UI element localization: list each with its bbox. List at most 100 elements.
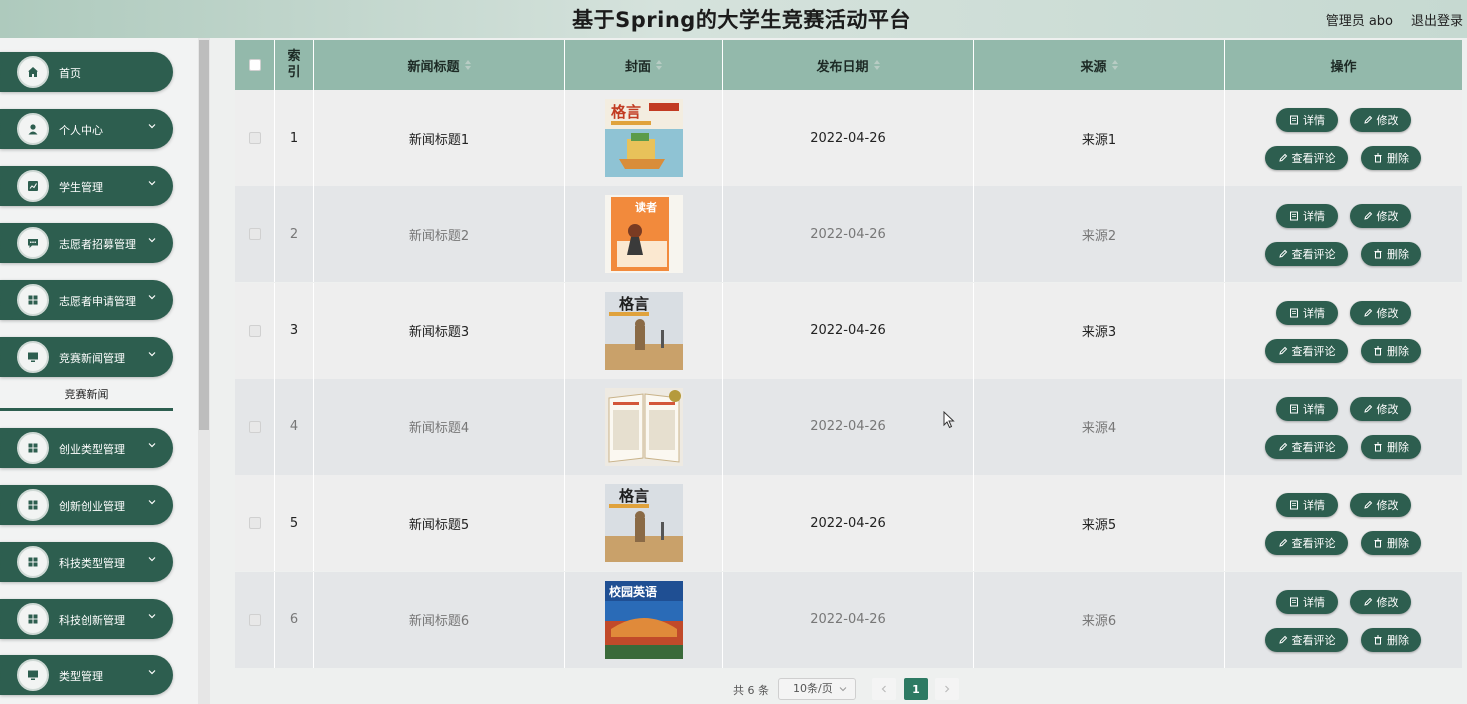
document-icon xyxy=(1289,211,1299,221)
edit-icon xyxy=(1278,635,1288,645)
row-select-cell[interactable] xyxy=(235,282,275,379)
cover-image[interactable]: 格言 xyxy=(604,291,683,370)
header-index: 索引 xyxy=(275,40,314,90)
cover-image[interactable]: 格言 xyxy=(604,484,683,563)
sidebar-item-label: 志愿者申请管理 xyxy=(59,295,136,308)
row-select-cell[interactable] xyxy=(235,90,275,186)
detail-button[interactable]: 详情 xyxy=(1276,396,1338,421)
detail-button[interactable]: 详情 xyxy=(1276,589,1338,614)
page-size-select[interactable]: 10条/页 xyxy=(778,678,856,700)
header-source[interactable]: 来源 xyxy=(974,40,1225,90)
row-index: 3 xyxy=(275,282,314,379)
table-row[interactable]: 4 新闻标题4 2022-04-26 来源4 详情 修改 查看评论 删除 xyxy=(235,378,1462,475)
trash-icon xyxy=(1373,346,1383,356)
edit-button[interactable]: 修改 xyxy=(1350,493,1411,518)
row-checkbox[interactable] xyxy=(248,228,261,241)
table-row[interactable]: 6 新闻标题6 校园英语 2022-04-26 来源6 详情 修改 查看评论 删… xyxy=(235,571,1462,668)
cover-image[interactable]: 校园英语 xyxy=(604,580,683,659)
row-source: 来源4 xyxy=(974,378,1225,475)
delete-button-label: 删除 xyxy=(1387,152,1409,165)
header-select-all[interactable] xyxy=(235,40,275,90)
detail-button[interactable]: 详情 xyxy=(1276,108,1338,132)
edit-button[interactable]: 修改 xyxy=(1350,589,1411,614)
cover-image[interactable]: 读者 xyxy=(604,195,683,274)
edit-icon xyxy=(1278,346,1288,356)
monitor-icon xyxy=(17,341,49,373)
sidebar-item-home[interactable]: 首页 xyxy=(0,52,173,92)
detail-button[interactable]: 详情 xyxy=(1276,493,1338,518)
delete-button[interactable]: 删除 xyxy=(1361,627,1421,652)
row-select-cell[interactable] xyxy=(235,378,275,475)
svg-text:格言: 格言 xyxy=(619,487,649,505)
select-all-checkbox[interactable] xyxy=(248,59,261,71)
document-icon xyxy=(1289,404,1299,414)
sidebar-item-types[interactable]: 类型管理 xyxy=(0,655,173,695)
view-comments-button[interactable]: 查看评论 xyxy=(1265,531,1348,556)
edit-button-label: 修改 xyxy=(1376,402,1399,416)
view-comments-button[interactable]: 查看评论 xyxy=(1265,434,1348,459)
detail-button[interactable]: 详情 xyxy=(1276,204,1338,229)
edit-button[interactable]: 修改 xyxy=(1350,204,1411,229)
edit-button[interactable]: 修改 xyxy=(1350,108,1411,132)
submenu-item-competition-news[interactable]: 竞赛新闻 xyxy=(0,383,173,411)
sidebar-item-innovation[interactable]: 创新创业管理 xyxy=(0,485,173,525)
sidebar-item-tech-innovation[interactable]: 科技创新管理 xyxy=(0,599,173,639)
sidebar-item-startup-types[interactable]: 创业类型管理 xyxy=(0,428,173,468)
row-checkbox[interactable] xyxy=(248,613,261,626)
row-cover-cell xyxy=(565,378,723,475)
view-comments-button[interactable]: 查看评论 xyxy=(1265,146,1348,170)
row-checkbox[interactable] xyxy=(248,420,261,433)
row-checkbox[interactable] xyxy=(248,517,261,530)
cover-image[interactable]: 格言 xyxy=(604,99,683,177)
edit-icon xyxy=(1363,500,1373,510)
table-row[interactable]: 1 新闻标题1 格言 2022-04-26 来源1 详情 修改 查看评论 删除 xyxy=(235,90,1462,186)
header-date[interactable]: 发布日期 xyxy=(723,40,974,90)
delete-button[interactable]: 删除 xyxy=(1361,146,1421,170)
edit-icon xyxy=(1278,538,1288,548)
view-comments-button[interactable]: 查看评论 xyxy=(1265,242,1348,267)
row-cover-cell: 格言 xyxy=(565,475,723,572)
edit-button[interactable]: 修改 xyxy=(1350,300,1411,325)
detail-button[interactable]: 详情 xyxy=(1276,300,1338,325)
prev-page-button[interactable] xyxy=(872,678,896,700)
delete-button[interactable]: 删除 xyxy=(1361,531,1421,556)
edit-button-label: 修改 xyxy=(1376,499,1399,513)
header-cover[interactable]: 封面 xyxy=(565,40,723,90)
sidebar-item-tech-types[interactable]: 科技类型管理 xyxy=(0,542,173,582)
sidebar-scrollbar-thumb[interactable] xyxy=(199,40,209,430)
row-select-cell[interactable] xyxy=(235,571,275,668)
header-title[interactable]: 新闻标题 xyxy=(314,40,565,90)
table-row[interactable]: 3 新闻标题3 格言 2022-04-26 来源3 详情 修改 查看评论 删除 xyxy=(235,282,1462,379)
delete-button[interactable]: 删除 xyxy=(1361,338,1421,363)
row-select-cell[interactable] xyxy=(235,186,275,283)
page-number-current[interactable]: 1 xyxy=(904,678,928,700)
sidebar-item-profile[interactable]: 个人中心 xyxy=(0,109,173,149)
table-row[interactable]: 5 新闻标题5 格言 2022-04-26 来源5 详情 修改 查看评论 删除 xyxy=(235,475,1462,572)
sidebar-item-students[interactable]: 学生管理 xyxy=(0,166,173,206)
sort-icon[interactable] xyxy=(1111,60,1118,70)
sort-icon[interactable] xyxy=(656,60,662,70)
sort-icon[interactable] xyxy=(464,60,471,70)
user-icon xyxy=(17,113,49,145)
view-comments-button[interactable]: 查看评论 xyxy=(1265,627,1348,652)
cover-image[interactable] xyxy=(604,387,683,466)
edit-button[interactable]: 修改 xyxy=(1350,396,1411,421)
row-checkbox[interactable] xyxy=(248,132,261,144)
next-page-button[interactable] xyxy=(935,678,959,700)
edit-icon xyxy=(1278,442,1288,452)
delete-button[interactable]: 删除 xyxy=(1361,242,1421,267)
row-source: 来源1 xyxy=(974,90,1225,186)
table-row[interactable]: 2 新闻标题2 读者 2022-04-26 来源2 详情 修改 查看评论 删除 xyxy=(235,186,1462,283)
row-date: 2022-04-26 xyxy=(723,282,974,379)
sidebar-item-volunteer-recruit[interactable]: 志愿者招募管理 xyxy=(0,223,173,263)
sidebar-item-competition-news[interactable]: 竞赛新闻管理 xyxy=(0,337,173,377)
sidebar-item-volunteer-apply[interactable]: 志愿者申请管理 xyxy=(0,280,173,320)
delete-button[interactable]: 删除 xyxy=(1361,434,1421,459)
delete-button-label: 删除 xyxy=(1387,440,1409,454)
view-comments-button[interactable]: 查看评论 xyxy=(1265,338,1348,363)
news-table: 索引 新闻标题 封面 发布日期 来源 操作 1 新闻标题1 格言 2022-04… xyxy=(235,40,1462,668)
row-select-cell[interactable] xyxy=(235,475,275,572)
logout-link[interactable]: 退出登录 xyxy=(1411,10,1463,29)
sort-icon[interactable] xyxy=(873,60,880,70)
row-checkbox[interactable] xyxy=(248,324,261,337)
